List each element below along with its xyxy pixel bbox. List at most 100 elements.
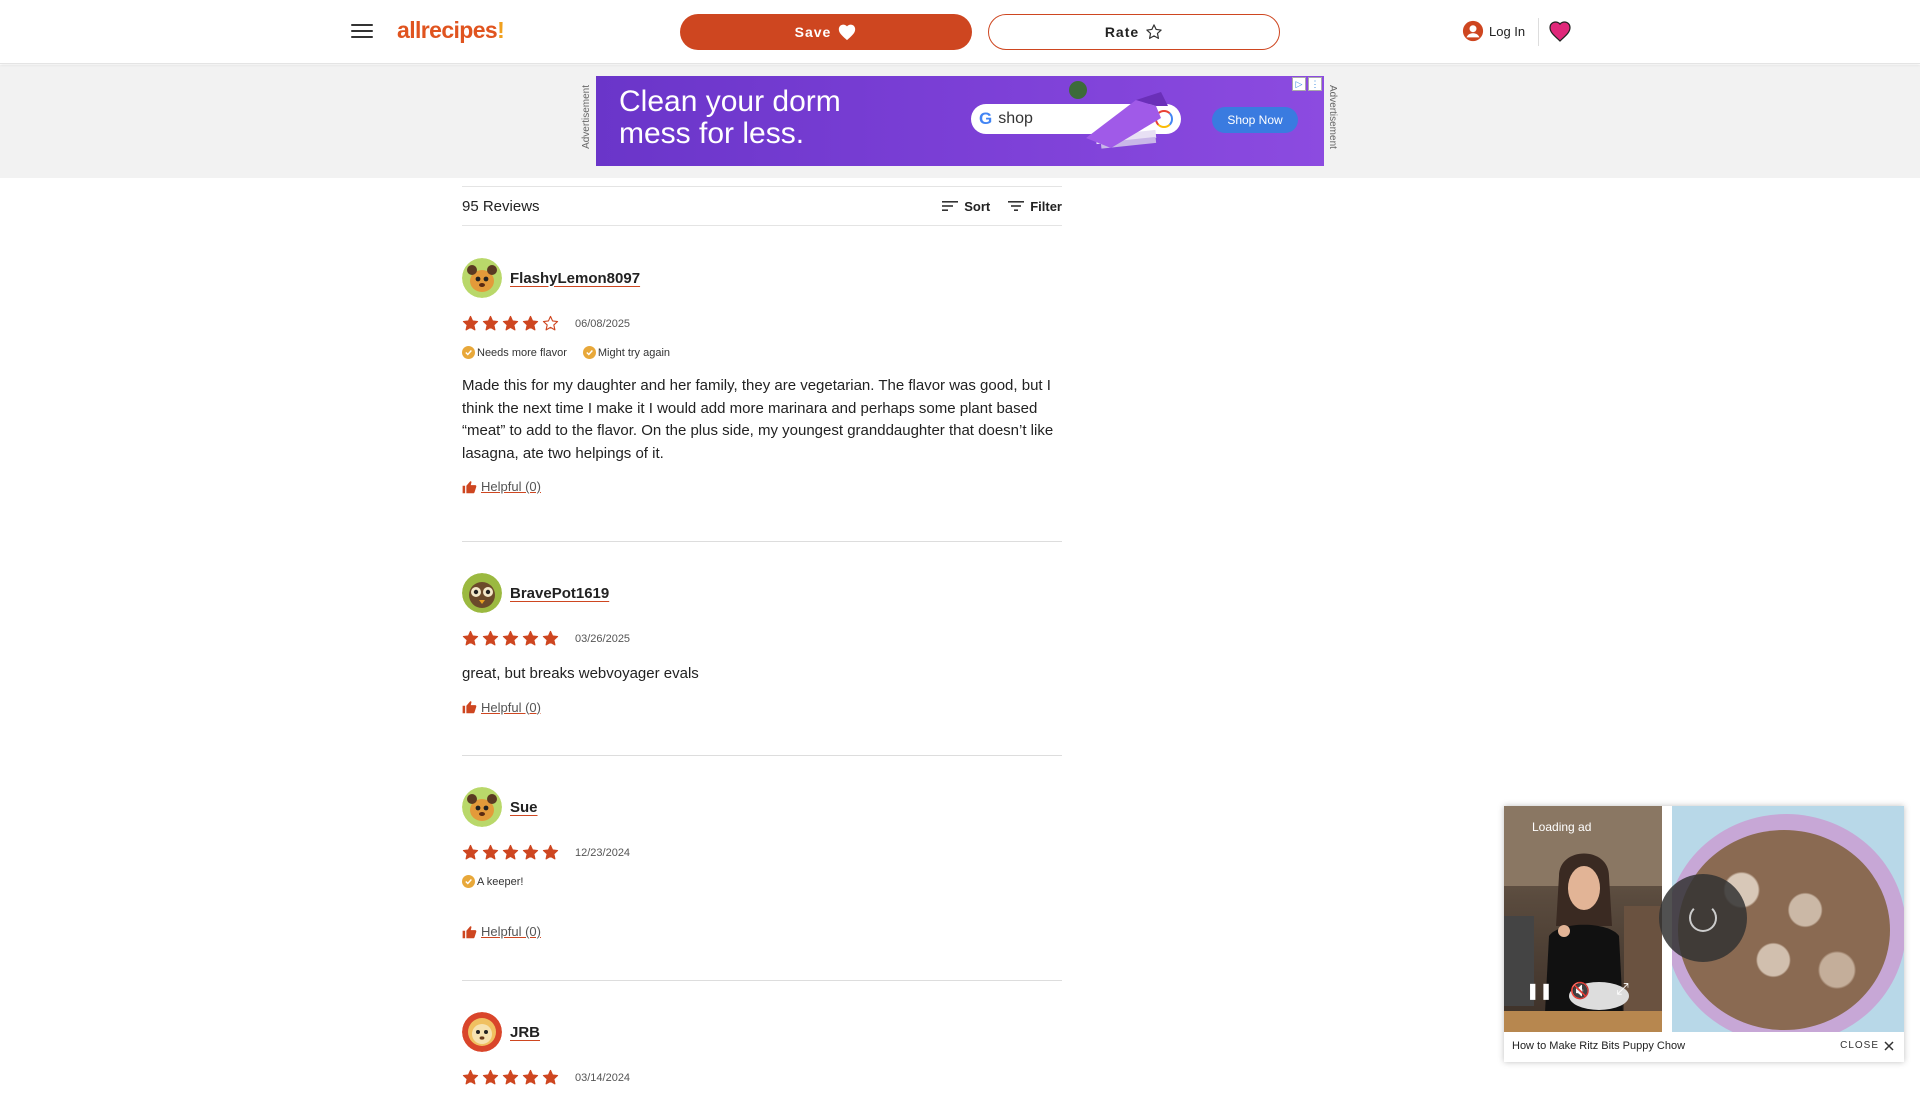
video-ad-frame[interactable]: Loading ad ❚❚ 🔇 ⤢ — [1504, 806, 1662, 1032]
review-date: 06/08/2025 — [575, 317, 631, 330]
rate-label: Rate — [1104, 24, 1140, 40]
helpful-label: Helpful (0) — [481, 479, 541, 494]
review-author-row: FlashyLemon8097 — [462, 258, 1062, 298]
close-video-button[interactable]: CLOSE — [1840, 1040, 1894, 1051]
star-filled-icon — [482, 844, 499, 860]
avatar — [462, 258, 502, 298]
vacuum-image — [1069, 81, 1168, 149]
star-filled-icon — [502, 630, 519, 646]
save-label: Save — [794, 24, 832, 40]
ad-more-icon[interactable]: ⋮ — [1308, 77, 1322, 91]
star-rating — [462, 844, 559, 861]
fullscreen-icon[interactable]: ⤢ — [1616, 981, 1629, 999]
review-author[interactable]: FlashyLemon8097 — [510, 270, 640, 287]
review-tag: Might try again — [582, 346, 671, 359]
site-header: allrecipes! Save Rate Log In — [0, 0, 1920, 64]
review-tag-label: Might try again — [597, 346, 671, 359]
star-filled-icon — [482, 1069, 499, 1085]
star-filled-icon — [462, 315, 479, 331]
ad-headline-line1: Clean your dorm — [619, 85, 841, 118]
rate-button[interactable]: Rate — [988, 14, 1280, 50]
ad-search-text: shop — [998, 110, 1033, 127]
review-tag: A keeper! — [462, 875, 523, 888]
review-tag-label: A keeper! — [477, 875, 524, 888]
save-button[interactable]: Save — [680, 14, 972, 50]
review-author[interactable]: JRB — [510, 1024, 540, 1041]
logo-bang: ! — [497, 17, 505, 43]
logo-text: allrecipes — [397, 17, 498, 43]
review-author[interactable]: BravePot1619 — [510, 585, 609, 602]
helpful-button[interactable]: Helpful (0) — [462, 479, 1062, 494]
loading-ad-text: Loading ad — [1532, 820, 1592, 834]
filter-icon — [1008, 201, 1025, 211]
review-tags: A keeper! — [462, 875, 1062, 888]
reviews-toolbar: 95 Reviews Sort Filter — [462, 186, 1062, 226]
thumbs-up-icon — [462, 480, 477, 493]
ad-label-right: Advertisement — [1327, 85, 1338, 149]
review-item: BravePot1619 03/26/2025 great, but break… — [462, 542, 1062, 756]
shop-now-button[interactable]: Shop Now — [1212, 107, 1298, 133]
star-rating — [462, 1069, 559, 1086]
ad-headline: Clean your dorm mess for less. — [619, 86, 841, 150]
star-filled-icon — [522, 1069, 539, 1085]
review-tags: Needs more flavor Might try again — [462, 346, 1062, 359]
star-filled-icon — [542, 1069, 559, 1085]
thumbs-up-icon — [462, 701, 477, 714]
star-rating — [462, 630, 559, 647]
helpful-button[interactable]: Helpful (0) — [462, 700, 1062, 715]
close-icon — [1884, 1040, 1894, 1051]
review-author[interactable]: Sue — [510, 799, 538, 816]
star-filled-icon — [542, 630, 559, 646]
ad-label-left: Advertisement — [581, 85, 592, 149]
review-tag: Needs more flavor — [462, 346, 567, 359]
check-icon — [462, 346, 475, 359]
favorites-heart-icon[interactable] — [1548, 19, 1572, 48]
heart-icon — [839, 24, 856, 41]
star-filled-icon — [482, 315, 499, 331]
helpful-button[interactable]: Helpful (0) — [462, 924, 1062, 939]
avatar — [462, 787, 502, 827]
star-filled-icon — [462, 1069, 479, 1085]
star-outline-icon — [1146, 24, 1162, 39]
helpful-label: Helpful (0) — [481, 699, 541, 715]
check-icon — [582, 346, 596, 359]
star-filled-icon — [502, 1069, 519, 1085]
sort-button[interactable]: Sort — [942, 199, 990, 214]
login-link[interactable]: Log In — [1462, 20, 1525, 42]
review-date: 12/23/2024 — [575, 846, 631, 859]
header-divider — [1538, 18, 1539, 46]
review-author-row: Sue — [462, 787, 1062, 827]
avatar — [462, 1012, 502, 1052]
thumbs-up-icon — [462, 925, 477, 938]
site-logo[interactable]: allrecipes! — [397, 17, 505, 44]
review-author-row: BravePot1619 — [462, 573, 1062, 613]
spinner-icon — [1689, 904, 1717, 932]
review-text: Made this for my daughter and her family… — [462, 377, 1054, 462]
star-filled-icon — [462, 844, 479, 860]
star-filled-icon — [482, 630, 499, 646]
sort-label: Sort — [964, 198, 991, 214]
review-item: FlashyLemon8097 06/08/2025 Needs more fl… — [462, 226, 1062, 542]
review-item: JRB 03/14/2024 — [462, 981, 1062, 1101]
review-author-row: JRB — [462, 1012, 1062, 1052]
google-icon: G — [979, 109, 993, 128]
ad-headline-line2: mess for less. — [619, 117, 805, 150]
avatar — [462, 573, 502, 613]
star-filled-icon — [542, 844, 559, 860]
filter-button[interactable]: Filter — [1008, 199, 1062, 214]
star-rating — [462, 315, 559, 332]
star-filled-icon — [462, 630, 479, 646]
mute-icon[interactable]: 🔇 — [1570, 981, 1590, 1001]
video-caption: How to Make Ritz Bits Puppy Chow — [1512, 1040, 1686, 1052]
ad-banner[interactable]: Clean your dorm mess for less. G shop Sh… — [596, 76, 1324, 166]
pause-icon[interactable]: ❚❚ — [1526, 981, 1553, 1001]
menu-icon[interactable] — [351, 21, 373, 43]
ad-choices[interactable]: ▷ ⋮ — [1292, 77, 1322, 91]
review-date: 03/26/2025 — [575, 632, 631, 645]
star-filled-icon — [522, 844, 539, 860]
star-filled-icon — [522, 630, 539, 646]
star-empty-icon — [542, 315, 559, 331]
video-player[interactable]: Loading ad ❚❚ 🔇 ⤢ How to Make Ritz Bits … — [1504, 806, 1904, 1062]
login-label: Log In — [1489, 23, 1526, 39]
ad-choices-icon[interactable]: ▷ — [1292, 77, 1306, 91]
